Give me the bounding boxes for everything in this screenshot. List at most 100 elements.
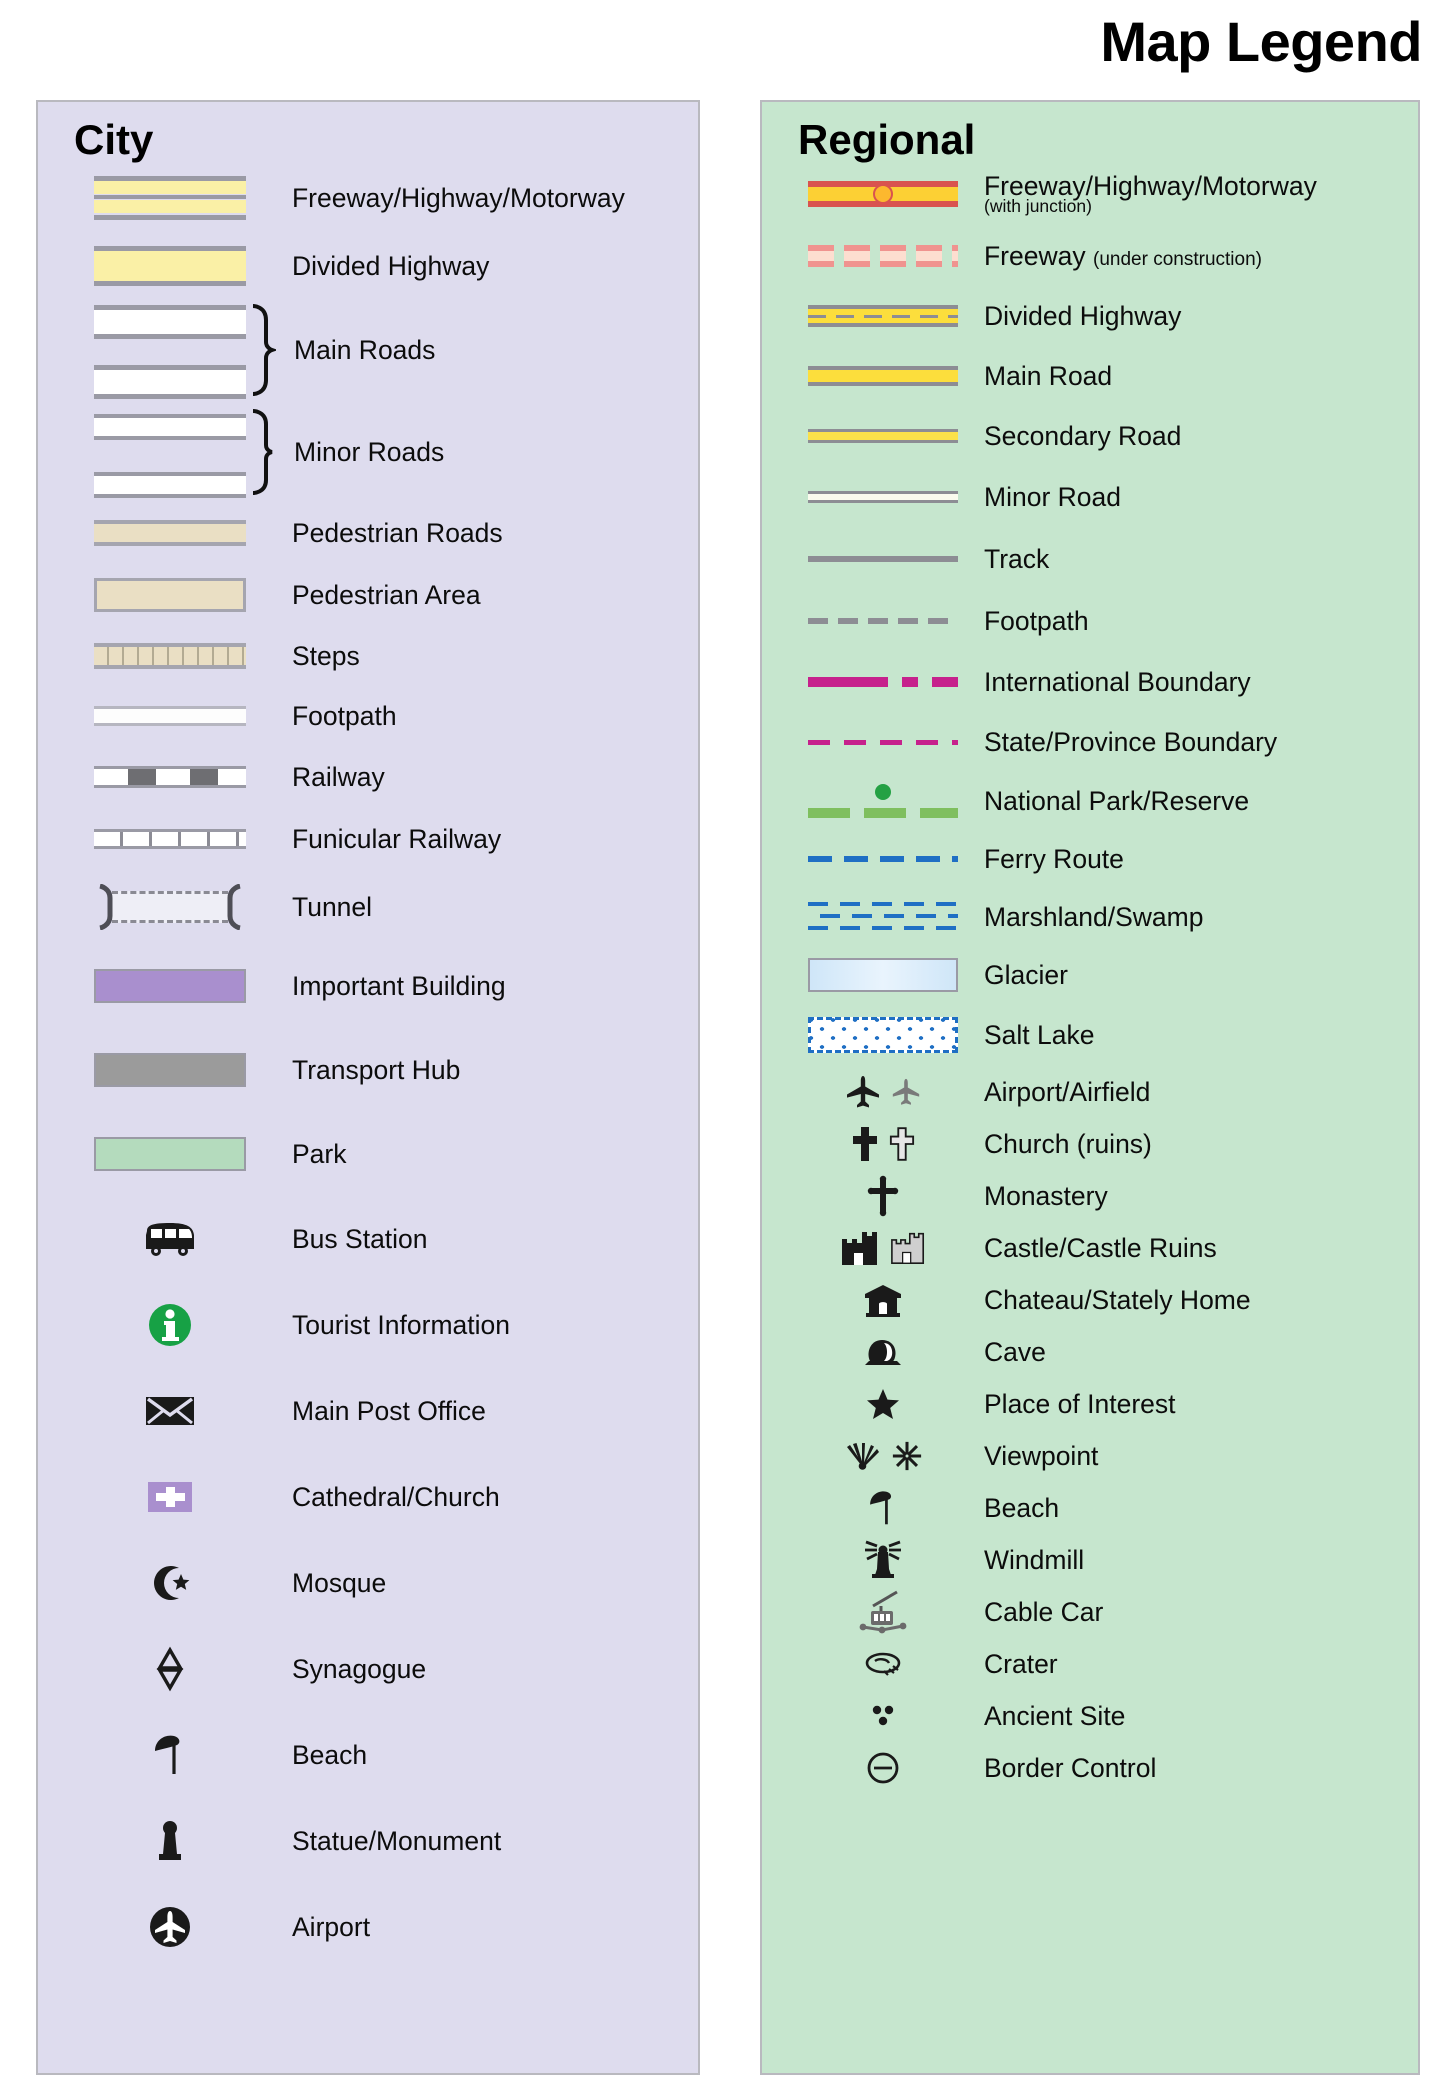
legend-row[interactable]: Monastery (762, 1170, 1418, 1222)
legend-row[interactable]: International Boundary (762, 652, 1418, 712)
legend-label: Freeway (under construction) (984, 241, 1262, 271)
legend-row[interactable]: Tourist Information (38, 1282, 698, 1368)
legend-row[interactable]: Cave (762, 1326, 1418, 1378)
legend-label: Statue/Monument (292, 1825, 502, 1856)
salt-lake-pattern-symbol (808, 1015, 958, 1055)
legend-label: Place of Interest (984, 1388, 1176, 1419)
legend-row[interactable]: Main Post Office (38, 1368, 698, 1454)
legend-label: Main Road (984, 360, 1113, 391)
legend-row[interactable]: Main Road (762, 346, 1418, 406)
ancient-site-icon (808, 1693, 958, 1739)
legend-row[interactable]: Crater (762, 1638, 1418, 1690)
legend-row[interactable]: Footpath (38, 686, 698, 746)
legend-row[interactable]: Pedestrian Roads (38, 502, 698, 564)
legend-row[interactable]: Beach (762, 1482, 1418, 1534)
airplane-pair-icon (808, 1069, 958, 1115)
star-icon (808, 1381, 958, 1427)
legend-label: Main Roads (294, 334, 436, 365)
legend-row[interactable]: National Park/Reserve (762, 772, 1418, 830)
legend-label: Minor Road (984, 481, 1121, 512)
legend-row[interactable]: Track (762, 528, 1418, 590)
freeway-junction-line-symbol (808, 174, 958, 214)
legend-row[interactable]: Secondary Road (762, 406, 1418, 466)
legend-row[interactable]: Mosque (38, 1540, 698, 1626)
information-circle-icon (94, 1298, 246, 1352)
legend-row[interactable]: Glacier (762, 946, 1418, 1004)
legend-row[interactable]: Minor Road (762, 466, 1418, 528)
legend-row[interactable]: Funicular Railway (38, 808, 698, 870)
legend-row[interactable]: Main Roads (38, 298, 698, 402)
legend-row[interactable]: Church (ruins) (762, 1118, 1418, 1170)
main-road-line-symbol (808, 356, 958, 396)
legend-row[interactable]: Park (38, 1112, 698, 1196)
legend-row[interactable]: Ancient Site (762, 1690, 1418, 1742)
secondary-road-line-symbol (808, 416, 958, 456)
legend-row[interactable]: Transport Hub (38, 1028, 698, 1112)
legend-row[interactable]: Important Building (38, 944, 698, 1028)
legend-row[interactable]: Place of Interest (762, 1378, 1418, 1430)
city-legend-panel: City Freeway/Highway/Motorway Divided Hi… (36, 100, 700, 2075)
legend-label: Church (ruins) (984, 1128, 1152, 1159)
legend-label: Freeway/Highway/Motorway (292, 182, 625, 213)
border-control-icon (808, 1745, 958, 1791)
city-panel-heading: City (74, 116, 154, 163)
regional-legend-panel: Regional Freeway/Highway/Motorway (with … (760, 100, 1420, 2075)
legend-label: Airport/Airfield (984, 1076, 1151, 1107)
legend-row[interactable]: Freeway (under construction) (762, 226, 1418, 286)
marshland-pattern-symbol (808, 897, 958, 937)
legend-row[interactable]: Marshland/Swamp (762, 888, 1418, 946)
legend-label: Important Building (292, 970, 506, 1001)
legend-label: Viewpoint (984, 1440, 1099, 1471)
legend-row[interactable]: Minor Roads (38, 402, 698, 502)
legend-label: Bus Station (292, 1223, 428, 1254)
legend-row[interactable]: Salt Lake (762, 1004, 1418, 1066)
map-legend-page: Map Legend City Freeway/Highway/Motorway (0, 0, 1440, 2100)
thin-white-line-symbol (94, 693, 246, 739)
legend-row[interactable]: Railway (38, 746, 698, 808)
national-park-line-symbol (808, 781, 958, 821)
glacier-swatch-symbol (808, 955, 958, 995)
cave-icon (808, 1329, 958, 1375)
legend-row[interactable]: Windmill (762, 1534, 1418, 1586)
legend-row[interactable]: Divided Highway (762, 286, 1418, 346)
gray-swatch-symbol (94, 1047, 246, 1093)
page-title: Map Legend (1100, 10, 1422, 73)
legend-label: Funicular Railway (292, 823, 502, 854)
divided-highway-band-symbol (94, 243, 246, 289)
legend-label-note: (under construction) (1093, 248, 1262, 270)
legend-label: Steps (292, 640, 360, 671)
legend-row[interactable]: Castle/Castle Ruins (762, 1222, 1418, 1274)
legend-row[interactable]: Airport (38, 1884, 698, 1970)
legend-row[interactable]: Divided Highway (38, 234, 698, 298)
legend-row[interactable]: Footpath (762, 590, 1418, 652)
legend-label: Tunnel (292, 891, 373, 922)
legend-row[interactable]: Airport/Airfield (762, 1066, 1418, 1118)
legend-row[interactable]: State/Province Boundary (762, 712, 1418, 772)
legend-row[interactable]: Bus Station (38, 1196, 698, 1282)
legend-row[interactable]: Ferry Route (762, 830, 1418, 888)
green-swatch-symbol (94, 1131, 246, 1177)
legend-row[interactable]: Pedestrian Area (38, 564, 698, 626)
legend-row[interactable]: Statue/Monument (38, 1798, 698, 1884)
legend-label: Transport Hub (292, 1054, 461, 1085)
ticked-railway-symbol (94, 816, 246, 862)
windmill-icon (808, 1537, 958, 1583)
legend-row[interactable]: Beach (38, 1712, 698, 1798)
legend-row[interactable]: Chateau/Stately Home (762, 1274, 1418, 1326)
legend-row[interactable]: Viewpoint (762, 1430, 1418, 1482)
legend-row[interactable]: Tunnel (38, 870, 698, 944)
legend-row[interactable]: Cathedral/Church (38, 1454, 698, 1540)
legend-row[interactable]: Freeway/Highway/Motorway (with junction) (762, 162, 1418, 226)
legend-label: Salt Lake (984, 1019, 1095, 1050)
purple-swatch-symbol (94, 963, 246, 1009)
legend-label: Airport (292, 1911, 371, 1942)
legend-label: Windmill (984, 1544, 1085, 1575)
white-thin-road-pair-symbol (94, 402, 246, 502)
legend-row[interactable]: Freeway/Highway/Motorway (38, 162, 698, 234)
legend-label: Divided Highway (984, 300, 1182, 331)
legend-row[interactable]: Steps (38, 626, 698, 686)
legend-row[interactable]: Cable Car (762, 1586, 1418, 1638)
legend-label: Ferry Route (984, 843, 1124, 874)
legend-row[interactable]: Synagogue (38, 1626, 698, 1712)
legend-row[interactable]: Border Control (762, 1742, 1418, 1794)
